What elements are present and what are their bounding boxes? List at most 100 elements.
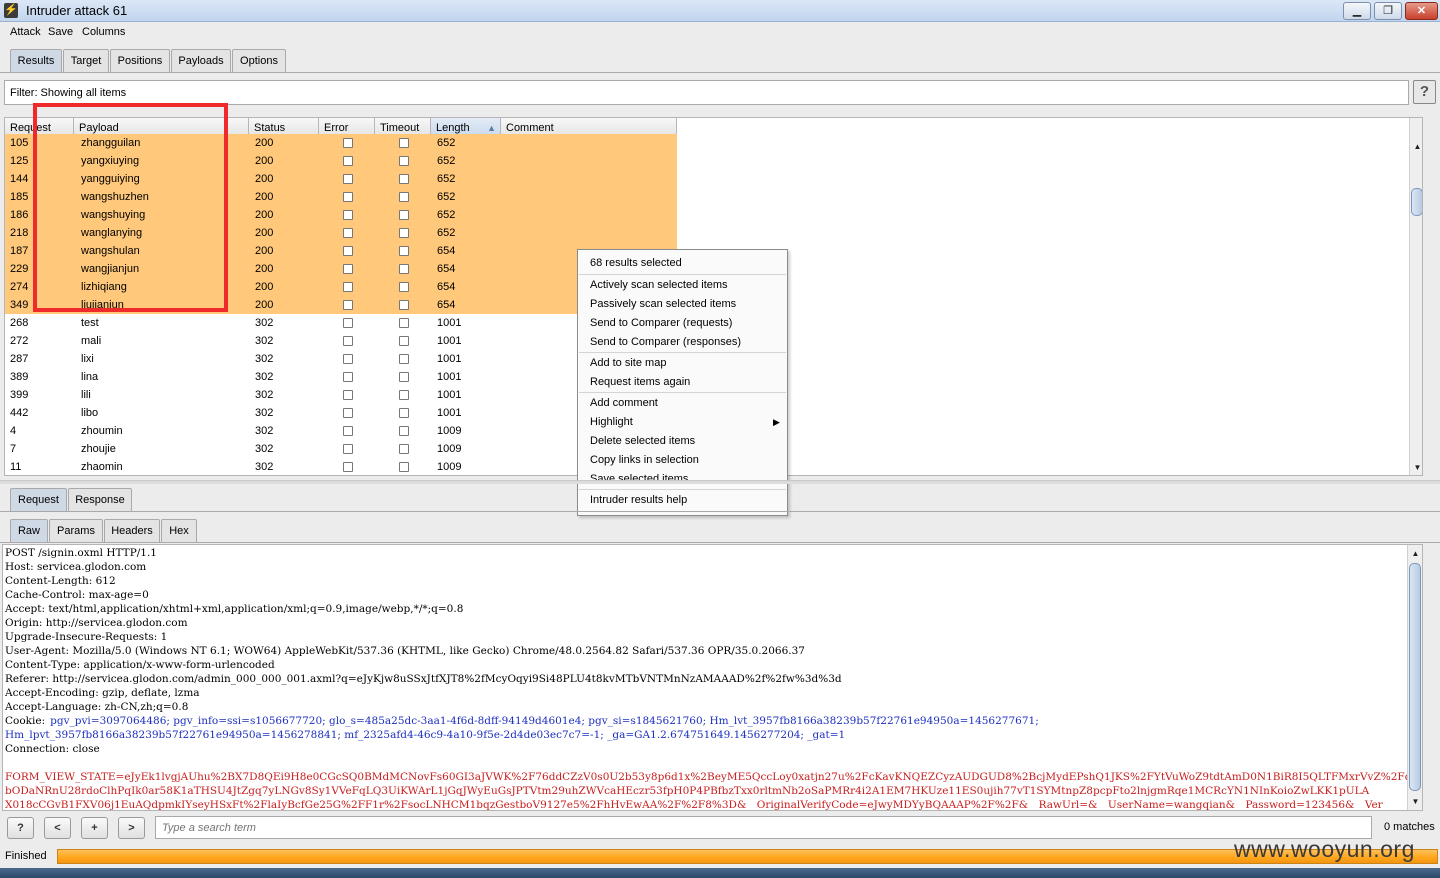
context-menu-item-label: Intruder results help xyxy=(590,494,688,506)
scroll-down-icon[interactable]: ▼ xyxy=(1410,461,1422,475)
request-header-line: Content-Type: application/x-www-form-url… xyxy=(5,659,275,671)
context-menu-item[interactable]: Copy links in selection xyxy=(579,451,786,470)
error-checkbox xyxy=(343,390,353,400)
editor-vertical-scrollbar[interactable]: ▲ ▼ xyxy=(1407,545,1422,810)
cell-request: 4 xyxy=(10,425,17,437)
tab-target[interactable]: Target xyxy=(63,49,109,72)
editor-scroll-up-icon[interactable]: ▲ xyxy=(1408,547,1422,561)
cell-status: 302 xyxy=(255,407,274,419)
cell-length: 1001 xyxy=(437,317,462,329)
column-header-length-label: Length xyxy=(436,122,470,134)
tab-results[interactable]: Results xyxy=(10,49,62,72)
request-editor[interactable]: POST /signin.oxml HTTP/1.1 Host: servicea… xyxy=(2,544,1423,811)
context-menu-item[interactable]: Delete selected items xyxy=(579,432,786,451)
timeout-checkbox xyxy=(399,174,409,184)
timeout-checkbox xyxy=(399,372,409,382)
submenu-arrow-icon: ▶ xyxy=(773,417,780,427)
table-vertical-scrollbar[interactable]: ▲ ▼ xyxy=(1409,118,1422,475)
error-checkbox xyxy=(343,174,353,184)
search-next-button[interactable]: > xyxy=(118,817,145,839)
timeout-checkbox xyxy=(399,156,409,166)
cell-status: 302 xyxy=(255,461,274,473)
menu-attack[interactable]: Attack xyxy=(10,26,41,38)
tab-response[interactable]: Response xyxy=(68,488,132,511)
tab-positions[interactable]: Positions xyxy=(110,49,170,72)
search-input[interactable] xyxy=(155,816,1372,839)
minimize-icon[interactable]: ▁ xyxy=(1343,2,1371,20)
cell-request: 399 xyxy=(10,389,29,401)
error-checkbox xyxy=(343,372,353,382)
cell-length: 1009 xyxy=(437,425,462,437)
request-header-line: Origin: http://servicea.glodon.com xyxy=(5,617,188,629)
cell-request: 11 xyxy=(10,461,22,473)
context-menu-item[interactable]: Send to Comparer (responses) xyxy=(579,333,786,352)
search-previous-button[interactable]: < xyxy=(44,817,71,839)
cell-length: 654 xyxy=(437,299,456,311)
tab-raw[interactable]: Raw xyxy=(10,519,48,542)
request-text: POST /signin.oxml HTTP/1.1 Host: servicea… xyxy=(3,545,1411,811)
filter-label[interactable]: Filter: Showing all items xyxy=(10,87,126,99)
tab-headers[interactable]: Headers xyxy=(104,519,160,542)
search-help-button[interactable]: ? xyxy=(7,817,34,839)
timeout-checkbox xyxy=(399,228,409,238)
editor-scroll-down-icon[interactable]: ▼ xyxy=(1408,795,1422,809)
menu-columns[interactable]: Columns xyxy=(82,26,125,38)
cell-payload: zhoumin xyxy=(81,425,123,437)
tab-hex[interactable]: Hex xyxy=(161,519,197,542)
cell-status: 302 xyxy=(255,317,274,329)
timeout-checkbox xyxy=(399,462,409,472)
context-menu-item[interactable]: Intruder results help xyxy=(579,491,786,510)
request-header-line: POST /signin.oxml HTTP/1.1 xyxy=(5,547,157,559)
tab-params[interactable]: Params xyxy=(49,519,103,542)
scroll-up-icon[interactable]: ▲ xyxy=(1410,140,1422,154)
burp-app-icon: ⚡ xyxy=(4,3,18,18)
menu-save[interactable]: Save xyxy=(48,26,73,38)
close-icon[interactable]: ✕ xyxy=(1405,2,1438,20)
cell-length: 654 xyxy=(437,281,456,293)
tab-payloads[interactable]: Payloads xyxy=(171,49,231,72)
context-menu-item[interactable]: Actively scan selected items xyxy=(579,276,786,295)
context-menu-item[interactable]: Add comment xyxy=(579,394,786,413)
context-menu-item[interactable]: Add to site map xyxy=(579,354,786,373)
cell-length: 654 xyxy=(437,263,456,275)
context-menu-item[interactable]: Highlight ▶ xyxy=(579,413,786,432)
red-annotation-box xyxy=(33,103,228,312)
timeout-checkbox xyxy=(399,282,409,292)
cell-payload: lixi xyxy=(81,353,94,365)
cell-length: 652 xyxy=(437,173,456,185)
error-checkbox xyxy=(343,336,353,346)
context-menu-separator xyxy=(579,352,786,353)
filter-bar[interactable]: Filter: Showing all items xyxy=(4,80,1409,105)
cookie-label: Cookie: xyxy=(5,715,46,727)
cell-status: 302 xyxy=(255,389,274,401)
context-menu-item-label: Actively scan selected items xyxy=(590,279,728,291)
progress-bar xyxy=(57,849,1438,864)
cell-status: 302 xyxy=(255,353,274,365)
context-menu: 68 results selected Actively scan selecte… xyxy=(577,249,788,516)
timeout-checkbox xyxy=(399,246,409,256)
tab-options[interactable]: Options xyxy=(232,49,286,72)
context-menu-item[interactable]: Send to Comparer (requests) xyxy=(579,314,786,333)
context-menu-item[interactable]: Passively scan selected items xyxy=(579,295,786,314)
error-checkbox xyxy=(343,282,353,292)
request-body-line: X018cCGvB1FXV06j1EuAQdpmkIYseyHSxFt%2Fla… xyxy=(5,799,1383,811)
maximize-icon[interactable]: ❐ xyxy=(1374,2,1402,20)
context-menu-item-label: Request items again xyxy=(590,376,691,388)
tab-request[interactable]: Request xyxy=(10,488,67,511)
cell-length: 1009 xyxy=(437,461,462,473)
search-add-button[interactable]: + xyxy=(81,817,108,839)
scrollbar-thumb[interactable] xyxy=(1411,188,1422,216)
pane-splitter[interactable] xyxy=(0,480,1440,484)
context-menu-item-label: Highlight xyxy=(590,416,633,428)
cell-length: 652 xyxy=(437,137,456,149)
cell-length: 652 xyxy=(437,155,456,167)
cell-length: 1001 xyxy=(437,353,462,365)
context-menu-item[interactable]: Request items again xyxy=(579,373,786,392)
request-header-line: Accept-Language: zh-CN,zh;q=0.8 xyxy=(5,701,189,713)
cell-status: 302 xyxy=(255,425,274,437)
os-taskbar xyxy=(0,868,1440,878)
editor-scrollbar-thumb[interactable] xyxy=(1409,563,1421,791)
help-button[interactable]: ? xyxy=(1413,80,1436,104)
context-menu-item-label: Send to Comparer (requests) xyxy=(590,317,733,329)
context-menu-item-label: Copy links in selection xyxy=(590,454,699,466)
